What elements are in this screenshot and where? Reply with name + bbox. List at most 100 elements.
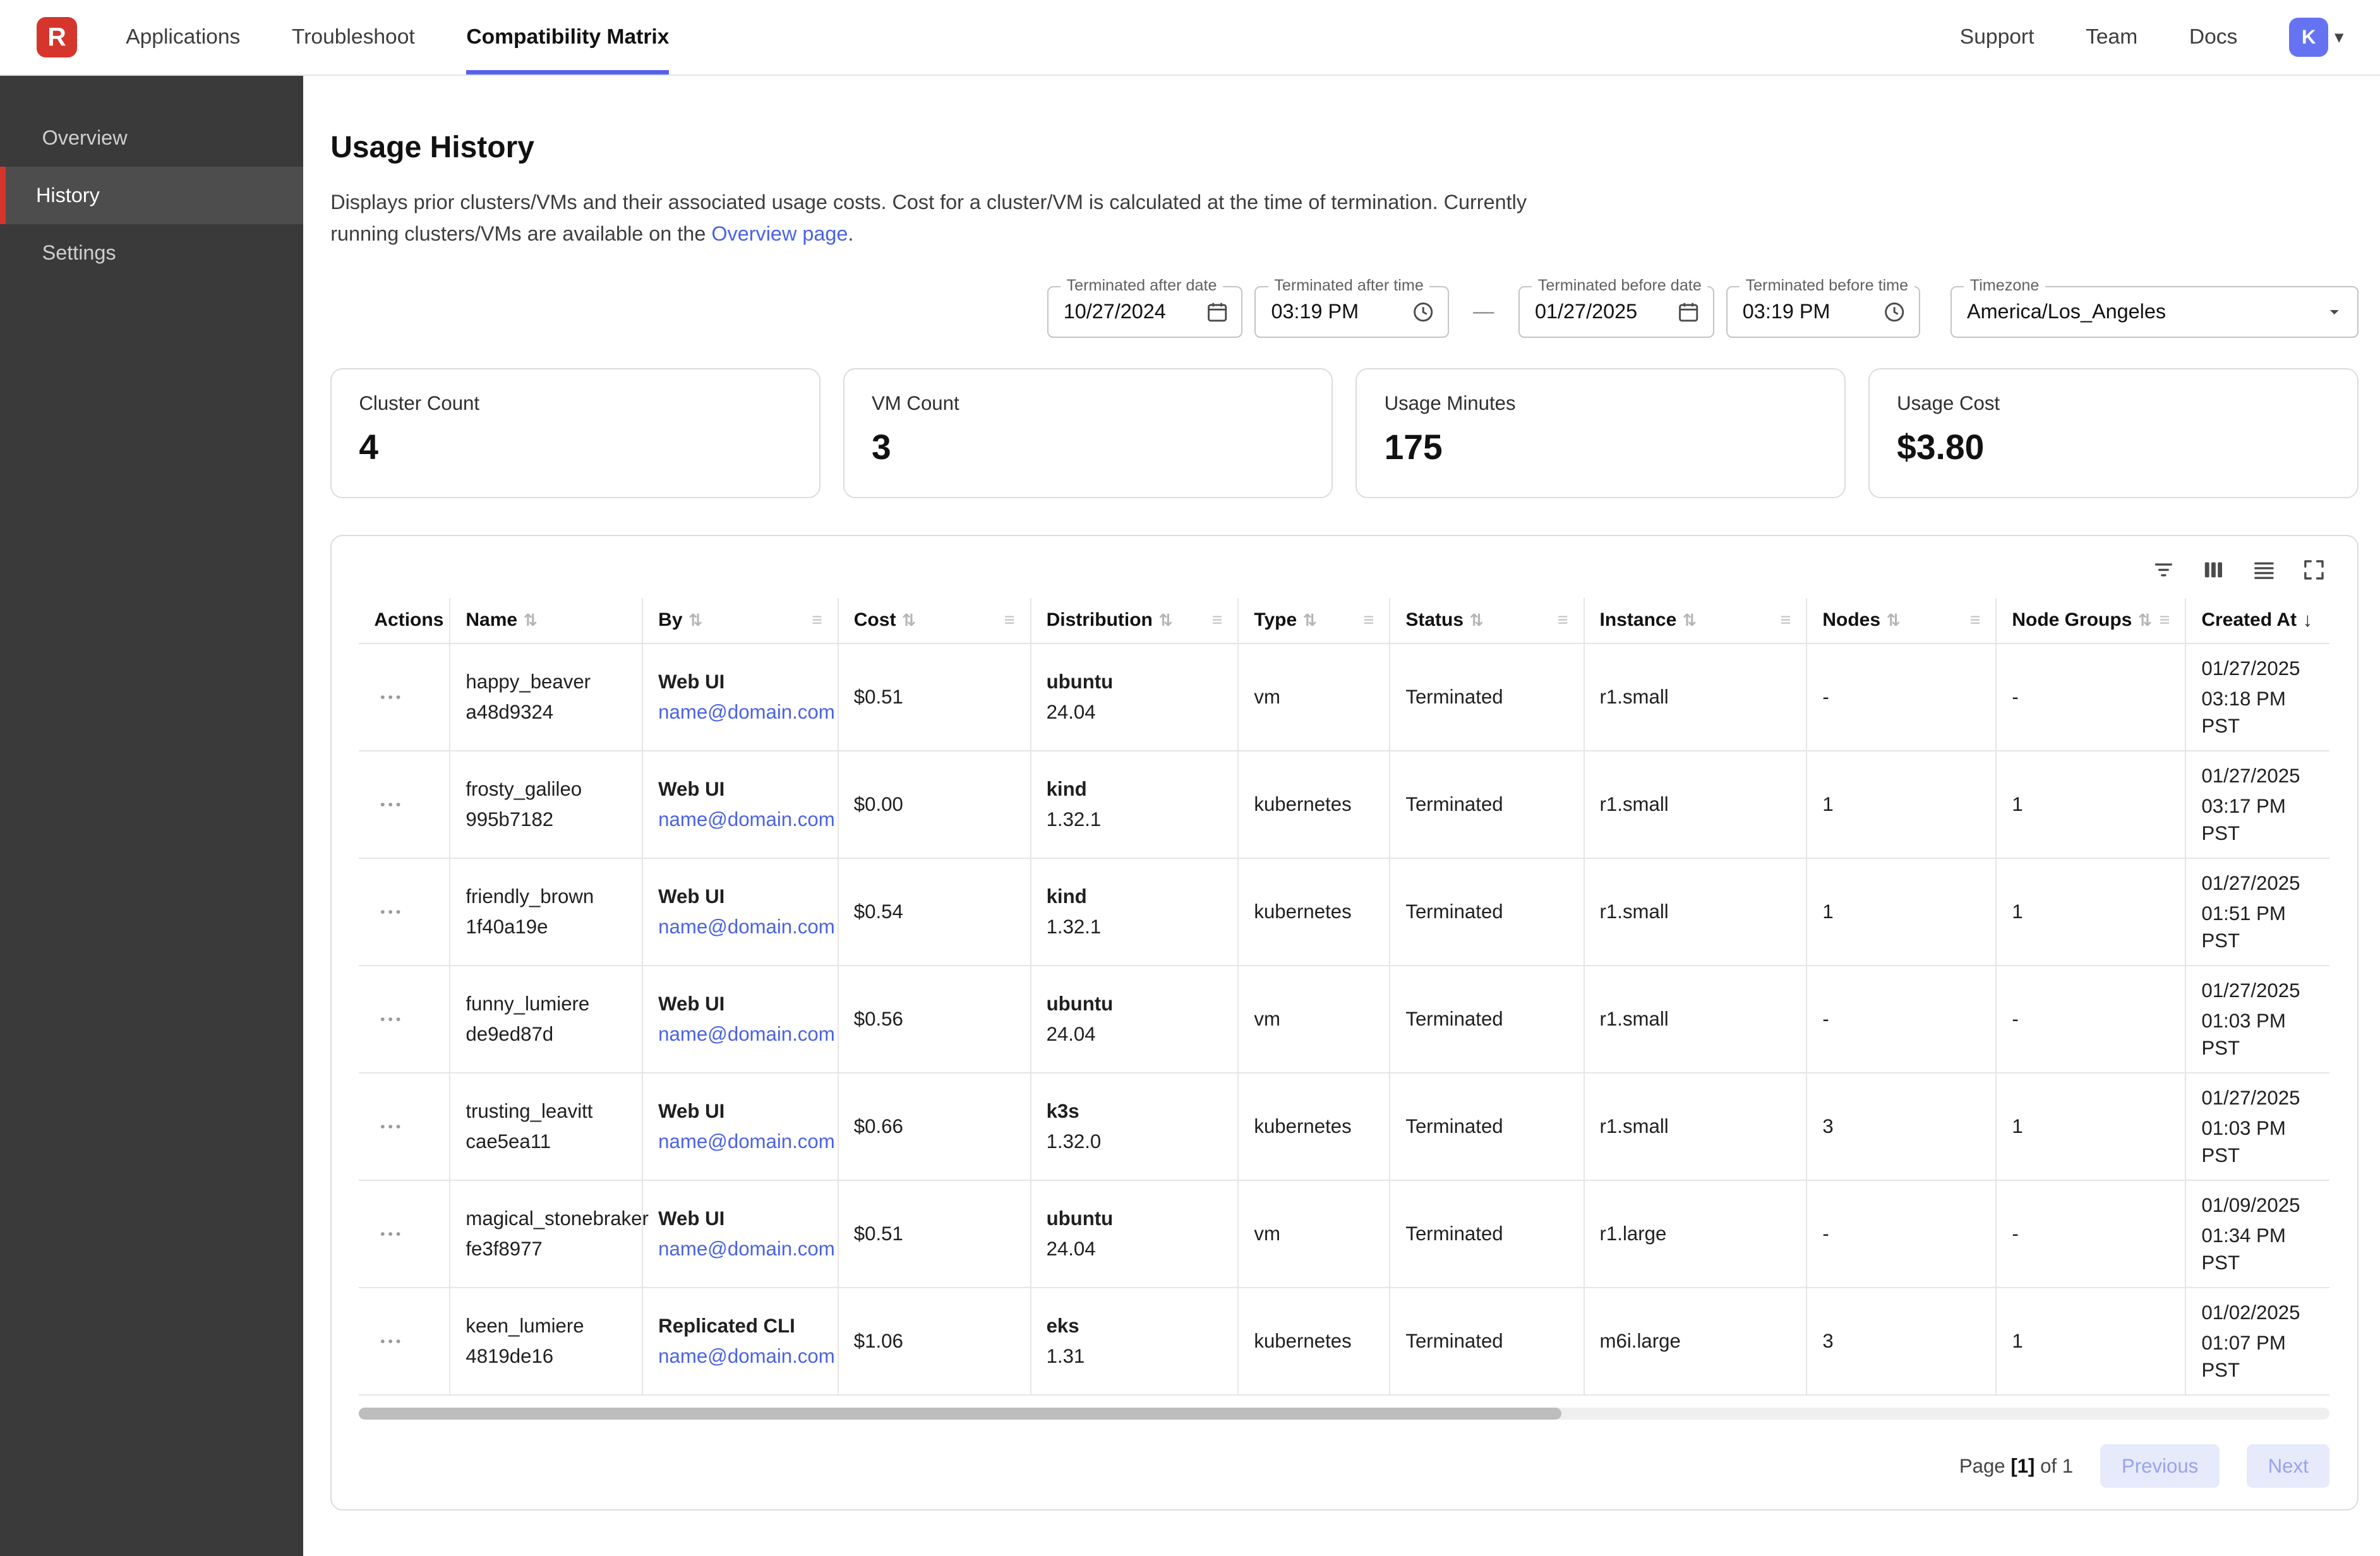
nodes-count: 3	[1822, 1330, 1833, 1352]
nav-compatibility-matrix[interactable]: Compatibility Matrix	[466, 0, 669, 75]
link-docs[interactable]: Docs	[2189, 25, 2238, 49]
column-header-node-groups[interactable]: Node Groups⇅≡	[1996, 598, 2185, 643]
sort-icon[interactable]: ⇅	[524, 611, 538, 630]
sidebar-item-history[interactable]: History	[0, 167, 303, 224]
column-header-nodes[interactable]: Nodes⇅≡	[1806, 598, 1996, 643]
link-support[interactable]: Support	[1960, 25, 2034, 49]
fullscreen-icon[interactable]	[2301, 557, 2327, 583]
row-actions-button[interactable]: •••	[374, 790, 409, 818]
column-menu-icon[interactable]: ≡	[2160, 610, 2170, 631]
distribution-name: ubuntu	[1047, 668, 1223, 695]
created-date: 01/27/2025	[2201, 655, 2314, 682]
clock-icon[interactable]	[1411, 300, 1435, 324]
created-time: 01:34 PM PST	[2201, 1222, 2314, 1276]
calendar-icon[interactable]	[1205, 300, 1229, 324]
sort-icon[interactable]: ⇅	[1887, 611, 1901, 630]
created-date: 01/02/2025	[2201, 1299, 2314, 1326]
table-row: ••• frosty_galileo995b7182 Web UIname@do…	[359, 751, 2329, 858]
replicated-logo[interactable]: R	[37, 17, 78, 58]
column-header-instance[interactable]: Instance⇅≡	[1584, 598, 1807, 643]
sidebar-item-overview[interactable]: Overview	[0, 109, 303, 167]
next-page-button[interactable]: Next	[2247, 1444, 2329, 1488]
sort-icon[interactable]: ⇅	[1470, 611, 1484, 630]
row-actions-button[interactable]: •••	[374, 897, 409, 926]
nodes-count: 3	[1822, 1115, 1833, 1137]
column-header-cost[interactable]: Cost⇅≡	[838, 598, 1031, 643]
top-bar-right: Support Team Docs K ▾	[1960, 0, 2344, 75]
column-header-type[interactable]: Type⇅≡	[1238, 598, 1390, 643]
row-actions-button[interactable]: •••	[374, 683, 409, 711]
nodes-count: 1	[1822, 793, 1833, 815]
dropdown-caret-icon[interactable]	[2324, 301, 2345, 323]
usage-history-table: Actions Name⇅ By⇅≡ Cost⇅≡ Distribution⇅≡…	[359, 598, 2329, 1396]
column-menu-icon[interactable]: ≡	[1781, 610, 1791, 631]
row-actions-button[interactable]: •••	[374, 1219, 409, 1248]
usage-cost-card: Usage Cost $3.80	[1868, 368, 2359, 498]
column-header-created-at[interactable]: Created At↓	[2185, 598, 2329, 643]
sort-icon[interactable]: ⇅	[1158, 611, 1172, 630]
vm-count-card: VM Count 3	[843, 368, 1333, 498]
sidebar-item-settings[interactable]: Settings	[0, 224, 303, 282]
column-header-by[interactable]: By⇅≡	[642, 598, 838, 643]
column-menu-icon[interactable]: ≡	[1212, 610, 1223, 631]
status-badge: Terminated	[1405, 1008, 1503, 1030]
cluster-id: de9ed87d	[466, 1020, 627, 1048]
created-by-source: Web UI	[658, 1205, 822, 1232]
cluster-name: keen_lumiere	[466, 1312, 627, 1339]
row-actions-button[interactable]: •••	[374, 1112, 409, 1140]
distribution-version: 24.04	[1047, 698, 1223, 726]
email-link[interactable]: name@domain.com	[658, 1128, 822, 1155]
horizontal-scrollbar[interactable]	[359, 1408, 2329, 1420]
timezone-select[interactable]: Timezone America/Los_Angeles	[1950, 286, 2359, 338]
terminated-before-date-field[interactable]: Terminated before date 01/27/2025	[1518, 286, 1714, 338]
link-team[interactable]: Team	[2086, 25, 2137, 49]
row-actions-button[interactable]: •••	[374, 1327, 409, 1355]
column-menu-icon[interactable]: ≡	[812, 610, 822, 631]
email-link[interactable]: name@domain.com	[658, 1020, 822, 1048]
type-value: kubernetes	[1254, 793, 1351, 815]
email-link[interactable]: name@domain.com	[658, 913, 822, 940]
column-menu-icon[interactable]: ≡	[1970, 610, 1981, 631]
column-header-status[interactable]: Status⇅≡	[1390, 598, 1584, 643]
column-header-name[interactable]: Name ⇅	[450, 598, 642, 643]
column-label: Name	[466, 609, 517, 631]
pagination: Page [1] of 1 Previous Next	[359, 1444, 2329, 1488]
column-menu-icon[interactable]: ≡	[1004, 610, 1015, 631]
avatar[interactable]: K	[2289, 18, 2328, 57]
instance-type: r1.small	[1600, 793, 1669, 815]
sort-icon[interactable]: ⇅	[1683, 611, 1697, 630]
distribution-version: 24.04	[1047, 1020, 1223, 1048]
email-link[interactable]: name@domain.com	[658, 1343, 822, 1370]
scrollbar-thumb[interactable]	[359, 1408, 1561, 1420]
columns-icon[interactable]	[2201, 557, 2227, 583]
nav-applications[interactable]: Applications	[126, 0, 240, 75]
row-actions-button[interactable]: •••	[374, 1005, 409, 1033]
email-link[interactable]: name@domain.com	[658, 1235, 822, 1262]
calendar-icon[interactable]	[1676, 300, 1700, 324]
chevron-down-icon: ▾	[2335, 26, 2343, 48]
sort-icon[interactable]: ⇅	[902, 611, 916, 630]
sort-icon[interactable]: ⇅	[688, 611, 702, 630]
summary-cards: Cluster Count 4 VM Count 3 Usage Minutes…	[330, 368, 2358, 498]
sort-icon[interactable]: ⇅	[2138, 611, 2152, 630]
sort-icon[interactable]: ⇅	[1303, 611, 1317, 630]
column-menu-icon[interactable]: ≡	[1558, 610, 1568, 631]
filter-icon[interactable]	[2151, 557, 2177, 583]
column-header-distribution[interactable]: Distribution⇅≡	[1031, 598, 1239, 643]
account-menu[interactable]: K ▾	[2289, 18, 2343, 57]
overview-page-link[interactable]: Overview page	[711, 222, 848, 245]
previous-page-button[interactable]: Previous	[2100, 1444, 2220, 1488]
card-label: Usage Cost	[1897, 392, 2329, 415]
distribution-version: 1.32.0	[1047, 1128, 1223, 1155]
column-menu-icon[interactable]: ≡	[1364, 610, 1374, 631]
sort-desc-icon[interactable]: ↓	[2303, 609, 2313, 631]
density-icon[interactable]	[2251, 557, 2277, 583]
terminated-after-time-field[interactable]: Terminated after time 03:19 PM	[1254, 286, 1448, 338]
clock-icon[interactable]	[1882, 300, 1906, 324]
terminated-before-time-field[interactable]: Terminated before time 03:19 PM	[1726, 286, 1920, 338]
nav-troubleshoot[interactable]: Troubleshoot	[292, 0, 415, 75]
email-link[interactable]: name@domain.com	[658, 806, 822, 833]
email-link[interactable]: name@domain.com	[658, 698, 822, 726]
created-by-source: Replicated CLI	[658, 1312, 822, 1339]
terminated-after-date-field[interactable]: Terminated after date 10/27/2024	[1047, 286, 1243, 338]
